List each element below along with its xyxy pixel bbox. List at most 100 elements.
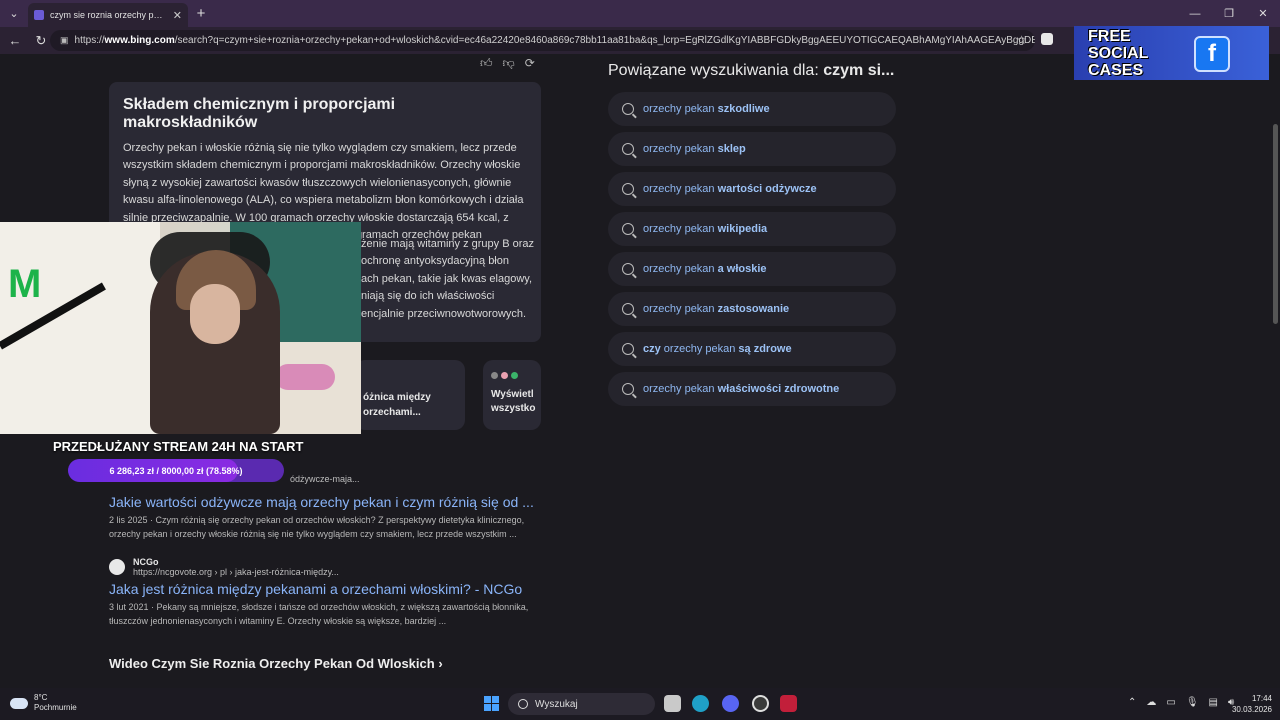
tab-title: czym sie roznia orzechy pekan od wloskic… [50,10,167,20]
search-result: NCGo https://ncgovote.org › pl › jaka-je… [109,557,549,628]
ad-text: FREE SOCIAL CASES [1088,28,1148,79]
related-search-text: orzechy pekan sklep [643,143,746,155]
related-search-highlight: a włoskie [717,263,767,275]
related-search-base: orzechy pekan [643,303,718,315]
source-card-ncgo[interactable]: óżnica między orzechami... [355,360,465,430]
site-info-icon[interactable]: ▣ [60,35,69,46]
feedback-row: 👍︎ 👎︎ ⟳ [480,56,535,71]
stream-goal-title: PRZEDŁUŻANY STREAM 24H NA START [53,439,304,454]
related-search-chip[interactable]: orzechy pekan sklep [608,132,896,166]
url-rest: /search?q=czym+sie+roznia+orzechy+pekan+… [174,35,1035,46]
webcam-pillow [275,364,335,390]
related-search-highlight: wartości odżywcze [717,183,817,195]
system-tray: ⌃ ☁ ▭ 🎙︎ ▤ 🔊︎ [1128,697,1234,708]
window-controls: — ❐ ✕ [1178,0,1280,27]
network-icon[interactable]: ▤ [1209,697,1218,708]
url-host: www.bing.com [104,35,175,46]
start-button-windows-icon[interactable] [484,696,499,711]
discord-icon[interactable] [722,695,739,712]
ad-line: FREE [1088,28,1131,45]
result-source[interactable]: NCGo https://ncgovote.org › pl › jaka-je… [109,557,549,577]
search-icon [622,183,634,195]
related-search-chip[interactable]: orzechy pekan a włoskie [608,252,896,286]
back-icon[interactable]: ← [4,30,26,52]
related-search-base: orzechy pekan [643,143,718,155]
stream-goal-text: 6 286,23 zł / 8000,00 zł (78.58%) [109,465,243,476]
stream-goal-progress: 6 286,23 zł / 8000,00 zł (78.58%) [68,459,284,482]
weather-temp: 8°C [34,693,48,702]
related-search-highlight: zastosowanie [717,303,790,315]
file-explorer-icon[interactable] [664,695,681,712]
refresh-icon[interactable]: ↻ [30,30,52,52]
weather-desc: Pochmurnie [34,703,77,712]
answer-tail-line: żenie mają witaminy z grupy B oraz [361,238,535,250]
clock-date: 30.03.2026 [1231,705,1272,714]
clock-time: 17:44 [1251,694,1272,703]
obs-icon[interactable] [752,695,769,712]
related-search-chip[interactable]: orzechy pekan zastosowanie [608,292,896,326]
browser-tab[interactable]: czym sie roznia orzechy pekan od wloskic… [28,3,188,27]
monster-logo-icon: M [8,262,42,306]
search-icon [622,103,634,115]
search-result: Jakie wartości odżywcze mają orzechy pek… [109,490,549,541]
maximize-icon[interactable]: ❐ [1212,0,1246,27]
source-favicon-icon [491,372,498,379]
source-favicons [491,372,533,379]
related-search-highlight: wikipedia [717,223,768,235]
related-search-chip[interactable]: orzechy pekan wartości odżywcze [608,172,896,206]
cloud-sync-icon[interactable]: ☁ [1146,697,1156,708]
taskbar-search[interactable]: Wyszukaj [508,693,655,715]
taskbar-clock[interactable]: 17:44 30.03.2026 [1226,693,1272,715]
extension-icon[interactable] [1041,33,1053,45]
related-search-text: orzechy pekan szkodliwe [643,103,770,115]
ad-line: CASES [1088,62,1144,79]
close-window-icon[interactable]: ✕ [1246,0,1280,27]
scrollbar[interactable] [1273,124,1278,324]
tab-actions-menu-icon[interactable]: ⌄ [0,0,28,27]
answer-tail-line: encjalnie przeciwnowotworowych. [361,307,527,320]
webcam-streamer-face [190,284,240,344]
thumbs-up-icon[interactable]: 👍︎ [480,56,493,71]
related-search-base: orzechy pekan [643,103,718,115]
related-search-chip[interactable]: orzechy pekan właściwości zdrowotne [608,372,896,406]
related-search-chip[interactable]: orzechy pekan wikipedia [608,212,896,246]
result-snippet: 3 lut 2021 · Pekany są mniejsze, słodsze… [109,602,529,626]
search-icon [622,383,634,395]
weather-widget[interactable]: 8°C Pochmurnie [10,693,77,713]
microphone-icon[interactable]: 🎙︎ [1186,697,1199,708]
edge-browser-icon[interactable] [692,695,709,712]
ad-banner[interactable]: FREE SOCIAL CASES f [1074,26,1269,80]
related-search-highlight: są zdrowe [738,343,792,355]
search-icon [622,303,634,315]
related-search-text: orzechy pekan wikipedia [643,223,767,235]
new-tab-icon[interactable]: + [192,4,210,22]
related-search-text: czy orzechy pekan są zdrowe [643,343,792,355]
ad-line: SOCIAL [1088,45,1149,62]
result-title-link[interactable]: Jaka jest różnica między pekanami a orze… [109,581,549,597]
close-tab-icon[interactable]: ✕ [173,9,182,22]
result-title-link[interactable]: Jakie wartości odżywcze mają orzechy pek… [109,494,549,510]
app-icon[interactable] [780,695,797,712]
minimize-icon[interactable]: — [1178,0,1212,27]
view-all-sources-card[interactable]: Wyświetl wszystko [483,360,541,430]
favorite-star-icon[interactable]: ☆ [1016,33,1027,47]
video-section-heading[interactable]: Wideo Czym Sie Roznia Orzechy Pekan Od W… [109,656,443,671]
source-favicon-icon [511,372,518,379]
view-all-line: Wyświetl [491,389,534,400]
bing-favicon-icon [34,10,44,20]
url-field[interactable]: ▣ https://www.bing.com/search?q=czym+sie… [50,30,1035,51]
url-prefix: https:// [74,35,105,46]
related-search-chip[interactable]: czy orzechy pekan są zdrowe [608,332,896,366]
share-icon[interactable]: ⟳ [525,56,535,71]
chevron-up-icon[interactable]: ⌃ [1128,697,1136,708]
display-icon[interactable]: ▭ [1166,697,1175,708]
site-favicon-icon [109,559,125,575]
related-search-highlight: szkodliwe [717,103,770,115]
related-query: czym si... [823,62,895,79]
site-url: https://ncgovote.org › pl › jaka-jest-ró… [133,567,339,577]
answer-tail-line: ach pekan, takie jak kwas elagowy, [361,272,532,285]
related-search-text: orzechy pekan a włoskie [643,263,767,275]
thumbs-down-icon[interactable]: 👎︎ [503,56,515,71]
related-search-base: orzechy pekan [663,343,739,355]
related-search-chip[interactable]: orzechy pekan szkodliwe [608,92,896,126]
